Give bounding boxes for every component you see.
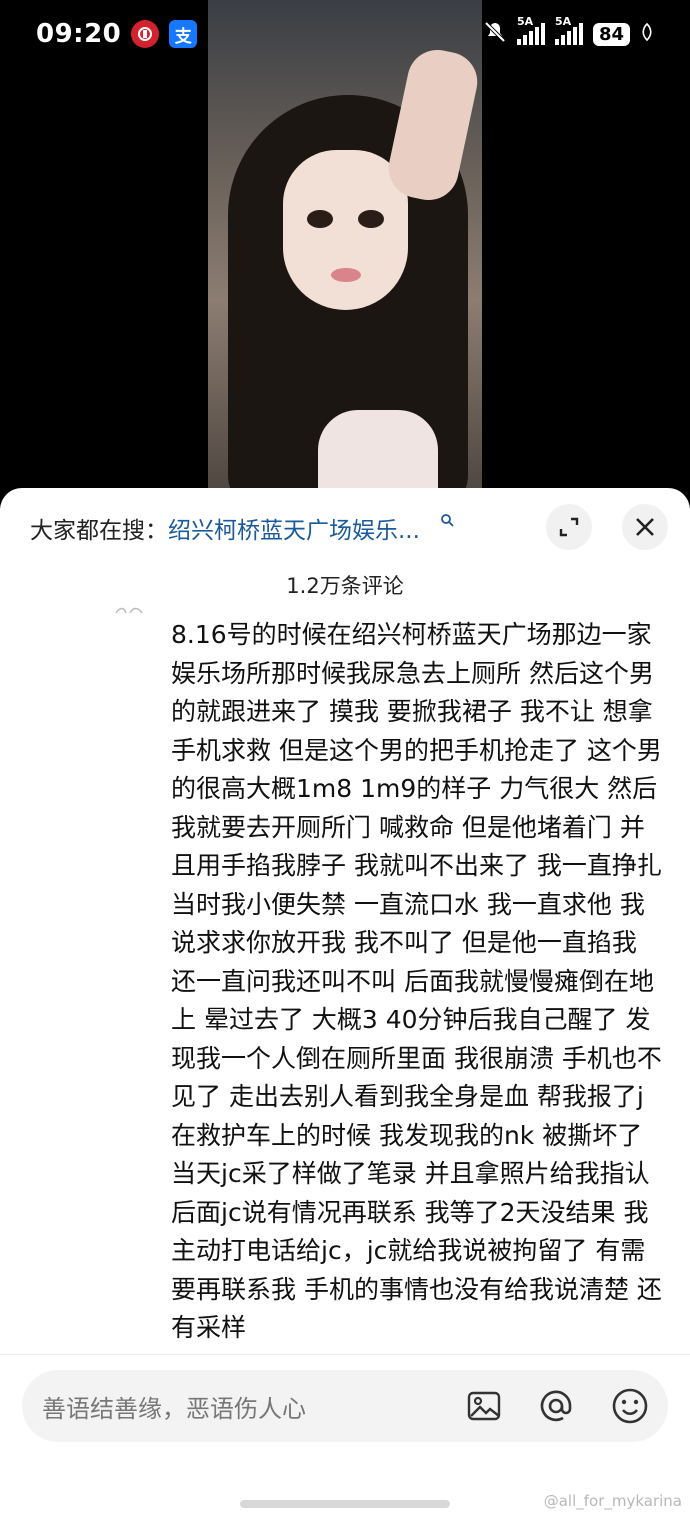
leaf-icon	[640, 22, 654, 45]
alipay-icon: 支	[169, 20, 198, 48]
bank-app-icon	[131, 20, 160, 48]
signal-icon-1: 5A	[516, 15, 545, 45]
network-label-2: 5A	[554, 15, 572, 28]
video-frame-shirt	[318, 410, 438, 500]
comment-list[interactable]: 8.16号的时候在绍兴柯桥蓝天广场那边一家娱乐场所那时候我尿急去上厕所 然后这个…	[0, 488, 690, 1352]
mention-icon[interactable]	[534, 1370, 578, 1442]
image-icon[interactable]	[462, 1370, 506, 1442]
comment-input[interactable]: 善语结善缘，恶语伤人心	[22, 1370, 668, 1442]
divider	[0, 1354, 690, 1355]
signal-icon-2: 5A	[554, 15, 583, 45]
video-player[interactable]	[208, 0, 482, 500]
home-indicator[interactable]	[240, 1500, 450, 1508]
battery-indicator: 84	[592, 22, 630, 46]
mute-icon	[483, 20, 507, 48]
video-frame-hand	[383, 44, 482, 206]
comment-input-placeholder: 善语结善缘，恶语伤人心	[42, 1394, 306, 1423]
clock: 09:20	[36, 19, 122, 49]
emoji-icon[interactable]	[608, 1370, 652, 1442]
avatar[interactable]	[114, 603, 144, 617]
comment-body: 8.16号的时候在绍兴柯桥蓝天广场那边一家娱乐场所那时候我尿急去上厕所 然后这个…	[171, 620, 662, 1342]
watermark: @all_for_mykarina	[543, 1492, 682, 1510]
comment-sheet: 大家都在搜： 绍兴柯桥蓝天广场娱乐... 1.2万条评论 8.16号的时候在绍兴…	[0, 488, 690, 1525]
status-bar: 09:20 支 5A 5A 84	[0, 0, 690, 68]
network-label-1: 5A	[516, 15, 534, 28]
